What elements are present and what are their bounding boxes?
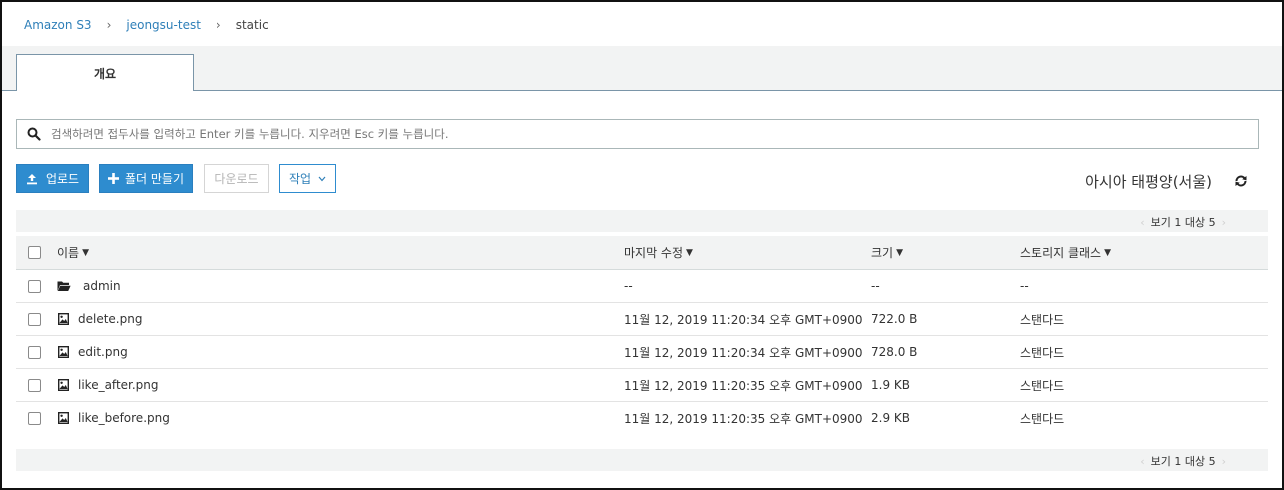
breadcrumb-bucket[interactable]: jeongsu-test (126, 18, 201, 32)
name-cell: like_after.png (58, 369, 159, 401)
object-name[interactable]: edit.png (78, 345, 128, 359)
next-page-icon[interactable]: › (1222, 216, 1226, 229)
storage-class-cell: 스탠다드 (1020, 345, 1065, 360)
search-box (16, 119, 1259, 149)
actions-label: 작업 (288, 172, 312, 186)
sort-caret-icon: ▼ (686, 247, 693, 258)
column-header-storage[interactable]: 스토리지 클래스 ▼ (1020, 236, 1111, 269)
column-name-label: 이름 (57, 246, 80, 260)
table-row[interactable]: admin -- -- -- (16, 270, 1268, 303)
column-modified-label: 마지막 수정 (624, 246, 684, 260)
storage-class-cell: 스탠다드 (1020, 378, 1065, 393)
create-folder-label: 폴더 만들기 (124, 172, 184, 186)
pager-text: 보기 1 대상 5 (1150, 455, 1216, 468)
name-cell: edit.png (58, 336, 128, 368)
row-checkbox[interactable] (28, 312, 41, 326)
breadcrumb-current-folder: static (235, 18, 269, 32)
sort-caret-icon: ▼ (82, 247, 90, 258)
object-name[interactable]: like_after.png (78, 378, 159, 392)
row-checkbox[interactable] (28, 378, 41, 392)
sort-caret-icon: ▼ (896, 247, 904, 258)
row-select-cell (28, 336, 41, 368)
modified-cell: 11월 12, 2019 11:20:34 오후 GMT+0900 (624, 312, 863, 327)
column-header-size[interactable]: 크기 ▼ (871, 236, 903, 269)
name-cell: delete.png (58, 303, 142, 335)
column-storage-label: 스토리지 클래스 (1020, 246, 1102, 260)
object-name[interactable]: like_before.png (78, 411, 170, 425)
row-checkbox[interactable] (28, 411, 41, 425)
name-cell: like_before.png (58, 402, 170, 434)
size-cell: 2.9 KB (871, 411, 910, 425)
row-select-cell (28, 270, 41, 302)
table-row[interactable]: like_after.png 11월 12, 2019 11:20:35 오후 … (16, 369, 1268, 402)
storage-class-cell: 스탠다드 (1020, 312, 1065, 327)
folder-open-icon (57, 280, 71, 292)
refresh-icon[interactable] (1234, 174, 1248, 191)
breadcrumb: Amazon S3 › jeongsu-test › static (24, 16, 269, 34)
upload-label: 업로드 (45, 172, 80, 186)
search-input[interactable] (51, 127, 1258, 141)
row-checkbox[interactable] (28, 279, 41, 293)
breadcrumb-separator-icon: › (106, 18, 112, 32)
modified-cell: 11월 12, 2019 11:20:35 오후 GMT+0900 (624, 411, 863, 426)
tab-overview[interactable]: 개요 (16, 54, 194, 91)
image-file-icon (58, 412, 69, 424)
s3-console-window: Amazon S3 › jeongsu-test › static 개요 업로드 (0, 0, 1284, 490)
row-select-cell (28, 303, 41, 335)
name-cell: admin (57, 270, 121, 302)
storage-class-cell: -- (1020, 279, 1029, 293)
object-table: 이름 ▼ 마지막 수정 ▼ 크기 ▼ 스토리지 클래스 ▼ admin -- -… (16, 236, 1268, 434)
previous-page-icon[interactable]: ‹ (1140, 216, 1144, 229)
image-file-icon (58, 379, 69, 391)
row-select-cell (28, 402, 41, 434)
actions-dropdown[interactable]: 작업 (279, 164, 336, 193)
breadcrumb-amazon-s3[interactable]: Amazon S3 (24, 18, 92, 32)
pager-bar-top: ‹ 보기 1 대상 5 › (16, 210, 1268, 232)
modified-cell: 11월 12, 2019 11:20:34 오후 GMT+0900 (624, 345, 863, 360)
size-cell: 728.0 B (871, 345, 918, 359)
modified-cell: -- (624, 279, 633, 293)
pager-text: 보기 1 대상 5 (1150, 216, 1216, 229)
sort-caret-icon: ▼ (1104, 247, 1112, 258)
table-row[interactable]: edit.png 11월 12, 2019 11:20:34 오후 GMT+09… (16, 336, 1268, 369)
select-all-cell (28, 236, 41, 269)
breadcrumb-separator-icon: › (215, 18, 221, 32)
create-folder-button[interactable]: 폴더 만들기 (99, 164, 193, 193)
image-file-icon (58, 313, 69, 325)
table-header: 이름 ▼ 마지막 수정 ▼ 크기 ▼ 스토리지 클래스 ▼ (16, 236, 1268, 270)
row-checkbox[interactable] (28, 345, 41, 359)
select-all-checkbox[interactable] (28, 246, 41, 259)
tab-bar: 개요 (2, 46, 1282, 91)
column-size-label: 크기 (871, 246, 894, 260)
table-row[interactable]: like_before.png 11월 12, 2019 11:20:35 오후… (16, 402, 1268, 434)
row-select-cell (28, 369, 41, 401)
plus-icon (107, 173, 119, 184)
chevron-down-icon (318, 176, 326, 182)
object-name[interactable]: admin (83, 279, 121, 293)
pager-top: ‹ 보기 1 대상 5 › (1134, 214, 1232, 230)
upload-icon (26, 173, 38, 185)
search-icon (17, 127, 51, 141)
pager-bar-bottom: ‹ 보기 1 대상 5 › (16, 449, 1268, 471)
region-label: 아시아 태평양(서울) (1085, 173, 1212, 191)
size-cell: 1.9 KB (871, 378, 910, 392)
upload-button[interactable]: 업로드 (16, 164, 89, 193)
table-row[interactable]: delete.png 11월 12, 2019 11:20:34 오후 GMT+… (16, 303, 1268, 336)
size-cell: 722.0 B (871, 312, 918, 326)
object-name[interactable]: delete.png (78, 312, 142, 326)
column-header-name[interactable]: 이름 ▼ (57, 236, 89, 269)
pager-bottom: ‹ 보기 1 대상 5 › (1134, 453, 1232, 469)
modified-cell: 11월 12, 2019 11:20:35 오후 GMT+0900 (624, 378, 863, 393)
previous-page-icon[interactable]: ‹ (1140, 455, 1144, 468)
size-cell: -- (871, 279, 880, 293)
image-file-icon (58, 346, 69, 358)
storage-class-cell: 스탠다드 (1020, 411, 1065, 426)
column-header-modified[interactable]: 마지막 수정 ▼ (624, 236, 693, 269)
download-button[interactable]: 다운로드 (204, 164, 269, 193)
next-page-icon[interactable]: › (1222, 455, 1226, 468)
